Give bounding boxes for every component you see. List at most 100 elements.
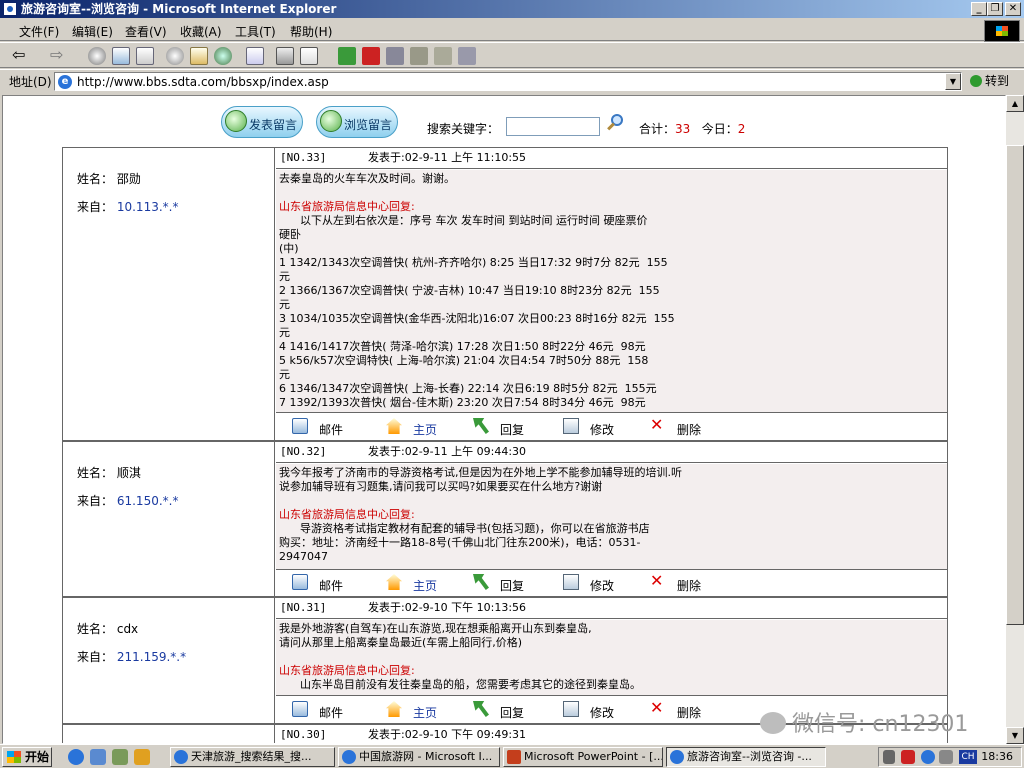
- arrow-reply-icon: [473, 418, 489, 434]
- back-icon[interactable]: ⇦: [12, 47, 30, 65]
- author-ip: 211.159.*.*: [116, 650, 187, 664]
- post-header: [NO.33] 发表于:02-9-11 上午 11:10:55: [276, 148, 947, 169]
- post-message-button[interactable]: 发表留言: [221, 106, 303, 138]
- today-value: 2: [737, 122, 746, 136]
- watermark-text: 微信号: cn12301: [792, 712, 969, 737]
- stop-icon[interactable]: [88, 47, 106, 65]
- print-icon[interactable]: [276, 47, 294, 65]
- browse-messages-label: 浏览留言: [344, 118, 393, 132]
- task-cnta[interactable]: 中国旅游网 - Microsoft I...: [338, 747, 500, 767]
- system-tray: CH 18:36: [878, 747, 1022, 767]
- mail-icon: [292, 574, 308, 590]
- menu-view[interactable]: 查看(V): [125, 23, 167, 40]
- home-icon[interactable]: [136, 47, 154, 65]
- mail-toolbar-icon[interactable]: [246, 47, 264, 65]
- outlook-quicklaunch-icon[interactable]: [90, 749, 106, 765]
- post-author: 姓名： 顺淇 来自： 61.150.*.*: [63, 442, 275, 596]
- house-icon: [386, 574, 402, 590]
- author-ip: 10.113.*.*: [116, 200, 179, 214]
- ie-task-icon: [174, 750, 188, 764]
- totals: 合计：33 今日：2: [639, 120, 745, 137]
- menu-edit[interactable]: 编辑(E): [72, 23, 113, 40]
- menu-favorites[interactable]: 收藏(A): [180, 23, 222, 40]
- post-author: 姓名： 邵勋 来自： 10.113.*.*: [63, 148, 275, 440]
- task-label: 旅游咨询室--浏览咨询 -...: [687, 750, 812, 763]
- history-icon[interactable]: [214, 47, 232, 65]
- messenger-icon[interactable]: [338, 47, 356, 65]
- addon-icon[interactable]: [434, 47, 452, 65]
- flash-icon[interactable]: [410, 47, 428, 65]
- post-actions: 邮件 主页 回复 修改 ✕ 删除: [276, 569, 947, 596]
- reply-title: 山东省旅游局信息中心回复:: [279, 508, 415, 521]
- address-input[interactable]: e http://www.bbs.sdta.com/bbsxp/index.as…: [54, 72, 962, 91]
- post-author: [63, 725, 275, 743]
- task-tianjin[interactable]: 天津旅游_搜索结果_搜...: [170, 747, 335, 767]
- reply-text: 以下从左到右依次是：序号 车次 发车时间 到站时间 运行时间 硬座票价 硬卧 (…: [279, 214, 675, 409]
- author-name: 邵勋: [116, 172, 141, 186]
- post-number: [NO.30]: [280, 728, 327, 741]
- scroll-up-icon[interactable]: ▲: [1006, 95, 1024, 112]
- name-label: 姓名：: [77, 172, 114, 186]
- ie-task-icon: [670, 750, 684, 764]
- vertical-scrollbar[interactable]: ▲ ▼: [1006, 95, 1024, 744]
- menu-help[interactable]: 帮助(H): [290, 23, 332, 40]
- forward-icon[interactable]: ⇨: [50, 47, 68, 65]
- post-date: 发表于:02-9-11 上午 11:10:55: [368, 151, 527, 164]
- edit-page-icon[interactable]: [300, 47, 318, 65]
- post-number: [NO.32]: [280, 445, 327, 458]
- address-dropdown-icon[interactable]: ▼: [945, 73, 961, 90]
- address-bar: 地址(D) e http://www.bbs.sdta.com/bbsxp/in…: [0, 69, 1024, 92]
- minimize-button[interactable]: _: [971, 2, 987, 16]
- refresh-icon[interactable]: [112, 47, 130, 65]
- menu-tools[interactable]: 工具(T): [235, 23, 276, 40]
- post-31: 姓名： cdx 来自： 211.159.*.* [NO.31] 发表于:02-9-…: [62, 597, 948, 724]
- post-33: 姓名： 邵勋 来自： 10.113.*.* [NO.33] 发表于:02-9-11…: [62, 147, 948, 441]
- post-body: 我是外地游客(自驾车)在山东游览,现在想乘船离开山东到秦皇岛, 请问从那里上船离…: [276, 620, 947, 696]
- pencil-icon: [563, 418, 579, 434]
- task-consult-room[interactable]: 旅游咨询室--浏览咨询 -...: [666, 747, 826, 767]
- post-question: 去秦皇岛的火车车次及时间。谢谢。: [279, 172, 455, 185]
- reply-text: 山东半岛目前没有发往秦皇岛的船，您需要考虑其它的途径到秦皇岛。: [279, 678, 641, 691]
- total-label: 合计：: [639, 122, 676, 136]
- ie-quicklaunch-icon[interactable]: [68, 749, 84, 765]
- address-url[interactable]: http://www.bbs.sdta.com/bbsxp/index.asp: [77, 75, 329, 89]
- search-icon[interactable]: [166, 47, 184, 65]
- go-label: 转到: [985, 74, 1010, 88]
- browse-messages-button[interactable]: 浏览留言: [316, 106, 398, 138]
- plugin-icon[interactable]: [362, 47, 380, 65]
- delete-x-icon: ✕: [650, 415, 664, 434]
- post-number: [NO.31]: [280, 601, 327, 614]
- favorites-icon[interactable]: [190, 47, 208, 65]
- close-button[interactable]: ✕: [1005, 2, 1021, 16]
- search-input[interactable]: [506, 117, 600, 136]
- reply-text: 导游资格考试指定教材有配套的辅导书(包括习题)，你可以在省旅游书店 购买：地址：…: [279, 522, 650, 563]
- start-button[interactable]: 开始: [2, 747, 52, 767]
- menu-file[interactable]: 文件(F): [19, 23, 59, 40]
- taskbar: 开始 天津旅游_搜索结果_搜... 中国旅游网 - Microsoft I...…: [0, 744, 1024, 768]
- arrow-reply-icon: [473, 701, 489, 717]
- media-quicklaunch-icon[interactable]: [134, 749, 150, 765]
- language-indicator[interactable]: CH: [959, 750, 977, 764]
- volume-icon[interactable]: [883, 750, 895, 764]
- scroll-down-icon[interactable]: ▼: [1006, 727, 1024, 744]
- network-icon[interactable]: [921, 750, 935, 764]
- restore-button[interactable]: ❐: [987, 2, 1003, 16]
- addon-icon-2[interactable]: [458, 47, 476, 65]
- delete-x-icon: ✕: [650, 698, 664, 717]
- from-label: 来自：: [77, 650, 114, 664]
- go-arrow-icon: [970, 75, 982, 87]
- magnifier-icon[interactable]: [605, 114, 625, 134]
- ime-icon[interactable]: [939, 750, 953, 764]
- post-32: 姓名： 顺淇 来自： 61.150.*.* [NO.32] 发表于:02-9-11…: [62, 441, 948, 597]
- post-number: [NO.33]: [280, 151, 327, 164]
- search-label: 搜索关键字：: [427, 122, 500, 136]
- total-value: 33: [675, 122, 691, 136]
- security-icon[interactable]: [901, 750, 915, 764]
- go-button[interactable]: 转到: [970, 72, 1020, 91]
- reply-title: 山东省旅游局信息中心回复:: [279, 200, 415, 213]
- scroll-thumb[interactable]: [1006, 145, 1024, 625]
- tools-icon[interactable]: [386, 47, 404, 65]
- post-body: 去秦皇岛的火车车次及时间。谢谢。 山东省旅游局信息中心回复: 以下从左到右依次是：…: [276, 170, 947, 413]
- task-powerpoint[interactable]: Microsoft PowerPoint - [...: [503, 747, 663, 767]
- desktop-quicklaunch-icon[interactable]: [112, 749, 128, 765]
